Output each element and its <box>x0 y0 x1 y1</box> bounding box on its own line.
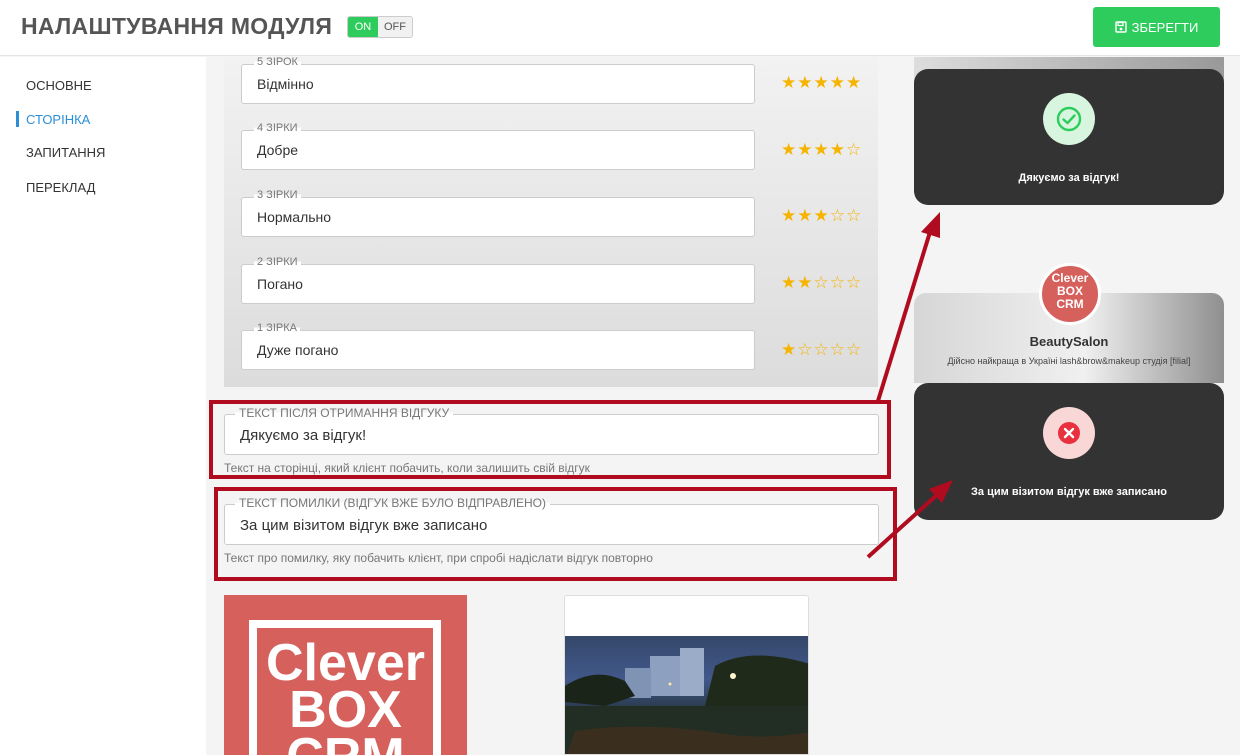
night-city-photo <box>565 648 808 754</box>
rating-label: 2 ЗІРКИ <box>254 256 301 268</box>
rating-label: 5 ЗІРОК <box>254 56 301 68</box>
toggle-off[interactable]: OFF <box>378 17 412 37</box>
salon-description: Дійсно найкраща в Україні lash&brow&make… <box>947 356 1191 366</box>
logo-text-box: BOX <box>289 681 402 739</box>
active-indicator <box>16 111 19 127</box>
stars-4: ★★★★☆ <box>781 140 863 159</box>
stars-3: ★★★☆☆ <box>781 206 863 225</box>
sidebar-item-questions[interactable]: ЗАПИТАННЯ <box>26 145 105 160</box>
stars-2: ★★☆☆☆ <box>781 273 863 292</box>
rating-value: Дуже погано <box>257 342 339 358</box>
sidebar-item-translation[interactable]: ПЕРЕКЛАД <box>26 180 95 195</box>
rating-value: Нормально <box>257 209 332 225</box>
stars-1: ★☆☆☆☆ <box>781 340 863 359</box>
page-title: НАЛАШТУВАННЯ МОДУЛЯ <box>21 13 333 39</box>
rating-value: Відмінно <box>257 76 314 92</box>
logo-text-crm: CRM <box>224 731 467 755</box>
save-button-label: ЗБЕРЕГТИ <box>1131 19 1199 35</box>
rating-field-2[interactable]: 2 ЗІРКИ Погано <box>241 256 755 304</box>
logo-image-card[interactable]: Clever BOX CRM <box>224 595 467 755</box>
sidebar-item-main[interactable]: ОСНОВНЕ <box>26 78 92 93</box>
rating-field-3[interactable]: 3 ЗІРКИ Нормально <box>241 189 755 237</box>
sidebar-item-page[interactable]: СТОРІНКА <box>26 112 90 127</box>
logo-text-clever: Clever <box>266 634 425 692</box>
save-button[interactable]: ЗБЕРЕГТИ <box>1093 7 1220 47</box>
module-toggle[interactable]: ON OFF <box>347 16 413 38</box>
stars-5: ★★★★★ <box>781 73 863 92</box>
rating-field-1[interactable]: 1 ЗІРКА Дуже погано <box>241 322 755 370</box>
salon-logo: Clever BOX CRM <box>1039 263 1101 325</box>
salon-logo-clever: Clever <box>1051 271 1089 285</box>
toggle-on[interactable]: ON <box>348 17 378 37</box>
rating-label: 4 ЗІРКИ <box>254 122 301 134</box>
rating-label: 3 ЗІРКИ <box>254 189 301 201</box>
x-circle-icon <box>1043 407 1095 459</box>
salon-name: BeautySalon <box>1029 334 1109 349</box>
rating-value: Добре <box>257 142 299 158</box>
arrowhead-success <box>921 212 940 238</box>
rating-label: 1 ЗІРКА <box>254 322 300 334</box>
rating-field-5[interactable]: 5 ЗІРОК Відмінно <box>241 56 755 104</box>
salon-logo-crm: CRM <box>1056 297 1084 311</box>
highlight-box-success <box>209 400 891 479</box>
error-popup: За цим візитом відгук вже записано <box>914 383 1224 520</box>
highlight-box-error <box>214 487 897 581</box>
cover-photo <box>565 636 808 754</box>
save-disk-icon <box>1114 21 1127 33</box>
rating-value: Погано <box>257 276 303 292</box>
success-popup-message: Дякуємо за відгук! <box>1018 172 1120 184</box>
salon-logo-box: BOX <box>1056 284 1083 298</box>
cover-image-card[interactable] <box>564 595 809 755</box>
check-circle-icon <box>1043 93 1095 145</box>
error-popup-message: За цим візитом відгук вже записано <box>971 486 1167 498</box>
success-popup: Дякуємо за відгук! <box>914 69 1224 205</box>
sidebar <box>0 57 206 755</box>
rating-field-4[interactable]: 4 ЗІРКИ Добре <box>241 122 755 170</box>
top-bar: НАЛАШТУВАННЯ МОДУЛЯ ON OFF ЗБЕРЕГТИ <box>0 0 1240 56</box>
